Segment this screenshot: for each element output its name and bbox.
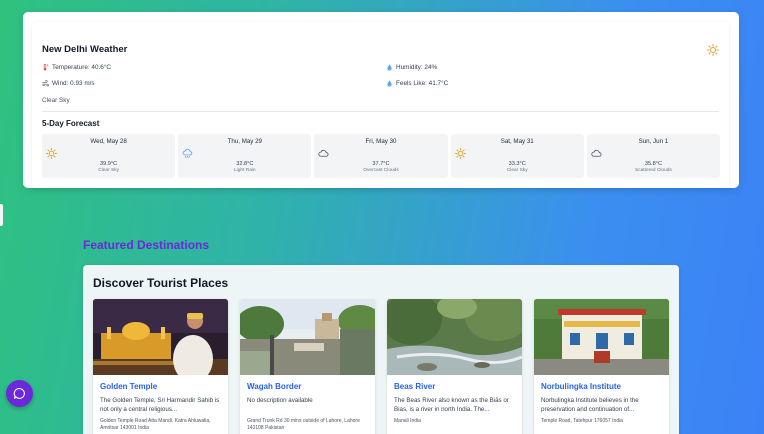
discover-card: Discover Tourist Places Golden Temple Th… (83, 265, 679, 434)
place-description: The Golden Temple, Sri Harmandir Sahib i… (100, 397, 220, 413)
place-address: Manali India (394, 418, 421, 424)
feels-like-row: Feels Like: 41.7°C (386, 80, 448, 87)
weather-panel: New Delhi Weather Temperature: 40.6°C Hu… (32, 22, 729, 188)
place-name[interactable]: Norbulingka Institute (541, 382, 621, 391)
forecast-temp: 39.9°C (100, 161, 118, 167)
place-description: Norbulingka Institute believes in the pr… (541, 397, 639, 413)
place-image[interactable] (240, 299, 375, 375)
place-address: Temple Road, Tatehpur 176057 India (541, 418, 623, 424)
place-address: Golden Temple Road Atta Mandi, Katra Ahl… (100, 418, 211, 431)
feels-like-value: Feels Like: 41.7°C (396, 80, 449, 87)
forecast-condition: Overcast Clouds (363, 168, 399, 173)
forecast-temp: 32.8°C (236, 161, 254, 167)
sun-icon (707, 44, 719, 56)
place-description: No description available (247, 397, 313, 404)
forecast-date: Sun, Jun 1 (638, 138, 669, 145)
featured-heading: Featured Destinations (83, 238, 210, 252)
cloud-icon (591, 149, 602, 157)
cloud-icon (318, 149, 329, 157)
droplet-icon (387, 64, 392, 71)
forecast-day: Thu, May 29 32.8°C Light Rain (178, 134, 312, 178)
chat-button[interactable] (6, 380, 33, 407)
rain-cloud-icon (182, 149, 193, 158)
weather-card: New Delhi Weather Temperature: 40.6°C Hu… (23, 12, 739, 188)
forecast-condition: Clear Sky (506, 168, 528, 173)
place-card-golden-temple[interactable]: Golden Temple The Golden Temple, Sri Har… (93, 299, 228, 434)
forecast-temp: 35.8°C (644, 161, 662, 167)
forecast-date: Fri, May 30 (365, 138, 397, 145)
place-image[interactable] (387, 299, 522, 375)
humidity-row: Humidity: 24% (386, 64, 437, 71)
place-name[interactable]: Golden Temple (100, 382, 157, 391)
place-image[interactable] (534, 299, 669, 375)
wind-row: Wind: 0.93 m/s (42, 80, 95, 87)
forecast-day: Wed, May 28 39.9°C Clear Sky (42, 134, 176, 178)
place-card-norbulingka-institute[interactable]: Norbulingka Institute Norbulingka Instit… (534, 299, 669, 434)
forecast-row: Wed, May 28 39.9°C Clear Sky Thu, May 29 (42, 134, 721, 178)
forecast-day: Sat, May 31 33.3°C Clear Sky (450, 134, 584, 178)
forecast-day: Sun, Jun 1 35.8°C Scattered Clouds (586, 134, 721, 178)
place-name[interactable]: Beas River (394, 382, 435, 391)
sun-icon (454, 148, 466, 159)
humidity-value: Humidity: 24% (396, 64, 438, 71)
divider (42, 111, 719, 112)
temperature-row: Temperature: 40.6°C (42, 64, 111, 71)
forecast-condition: Light Rain (234, 168, 256, 173)
droplet-icon (387, 80, 392, 87)
weather-condition: Clear Sky (42, 97, 70, 104)
place-list: Golden Temple The Golden Temple, Sri Har… (93, 299, 669, 434)
forecast-date: Wed, May 28 (90, 138, 127, 145)
weather-title: New Delhi Weather (42, 44, 128, 55)
side-tab[interactable] (0, 204, 3, 226)
place-description: The Beas River also known as the Biās or… (394, 397, 509, 413)
forecast-day: Fri, May 30 37.7°C Overcast Clouds (314, 134, 448, 178)
forecast-title: 5-Day Forecast (42, 119, 100, 128)
discover-title: Discover Tourist Places (93, 276, 229, 290)
place-card-beas-river[interactable]: Beas River The Beas River also known as … (387, 299, 522, 434)
wind-icon (42, 80, 49, 87)
place-card-wagah-border[interactable]: Wagah Border No description available Gr… (240, 299, 375, 434)
forecast-temp: 37.7°C (372, 161, 390, 167)
forecast-date: Thu, May 29 (227, 138, 262, 145)
forecast-condition: Clear Sky (98, 168, 119, 173)
temperature-value: Temperature: 40.6°C (52, 64, 112, 71)
place-image[interactable] (93, 299, 228, 375)
thermometer-icon (43, 64, 49, 71)
forecast-temp: 33.3°C (508, 161, 526, 167)
forecast-condition: Scattered Clouds (635, 168, 672, 173)
forecast-date: Sat, May 31 (500, 138, 534, 145)
chat-icon (13, 388, 25, 399)
place-address: Grand Trunk Rd 30 mins outside of Lahore… (247, 418, 360, 431)
sun-icon (46, 148, 57, 159)
wind-value: Wind: 0.93 m/s (52, 80, 95, 87)
place-name[interactable]: Wagah Border (247, 382, 301, 391)
